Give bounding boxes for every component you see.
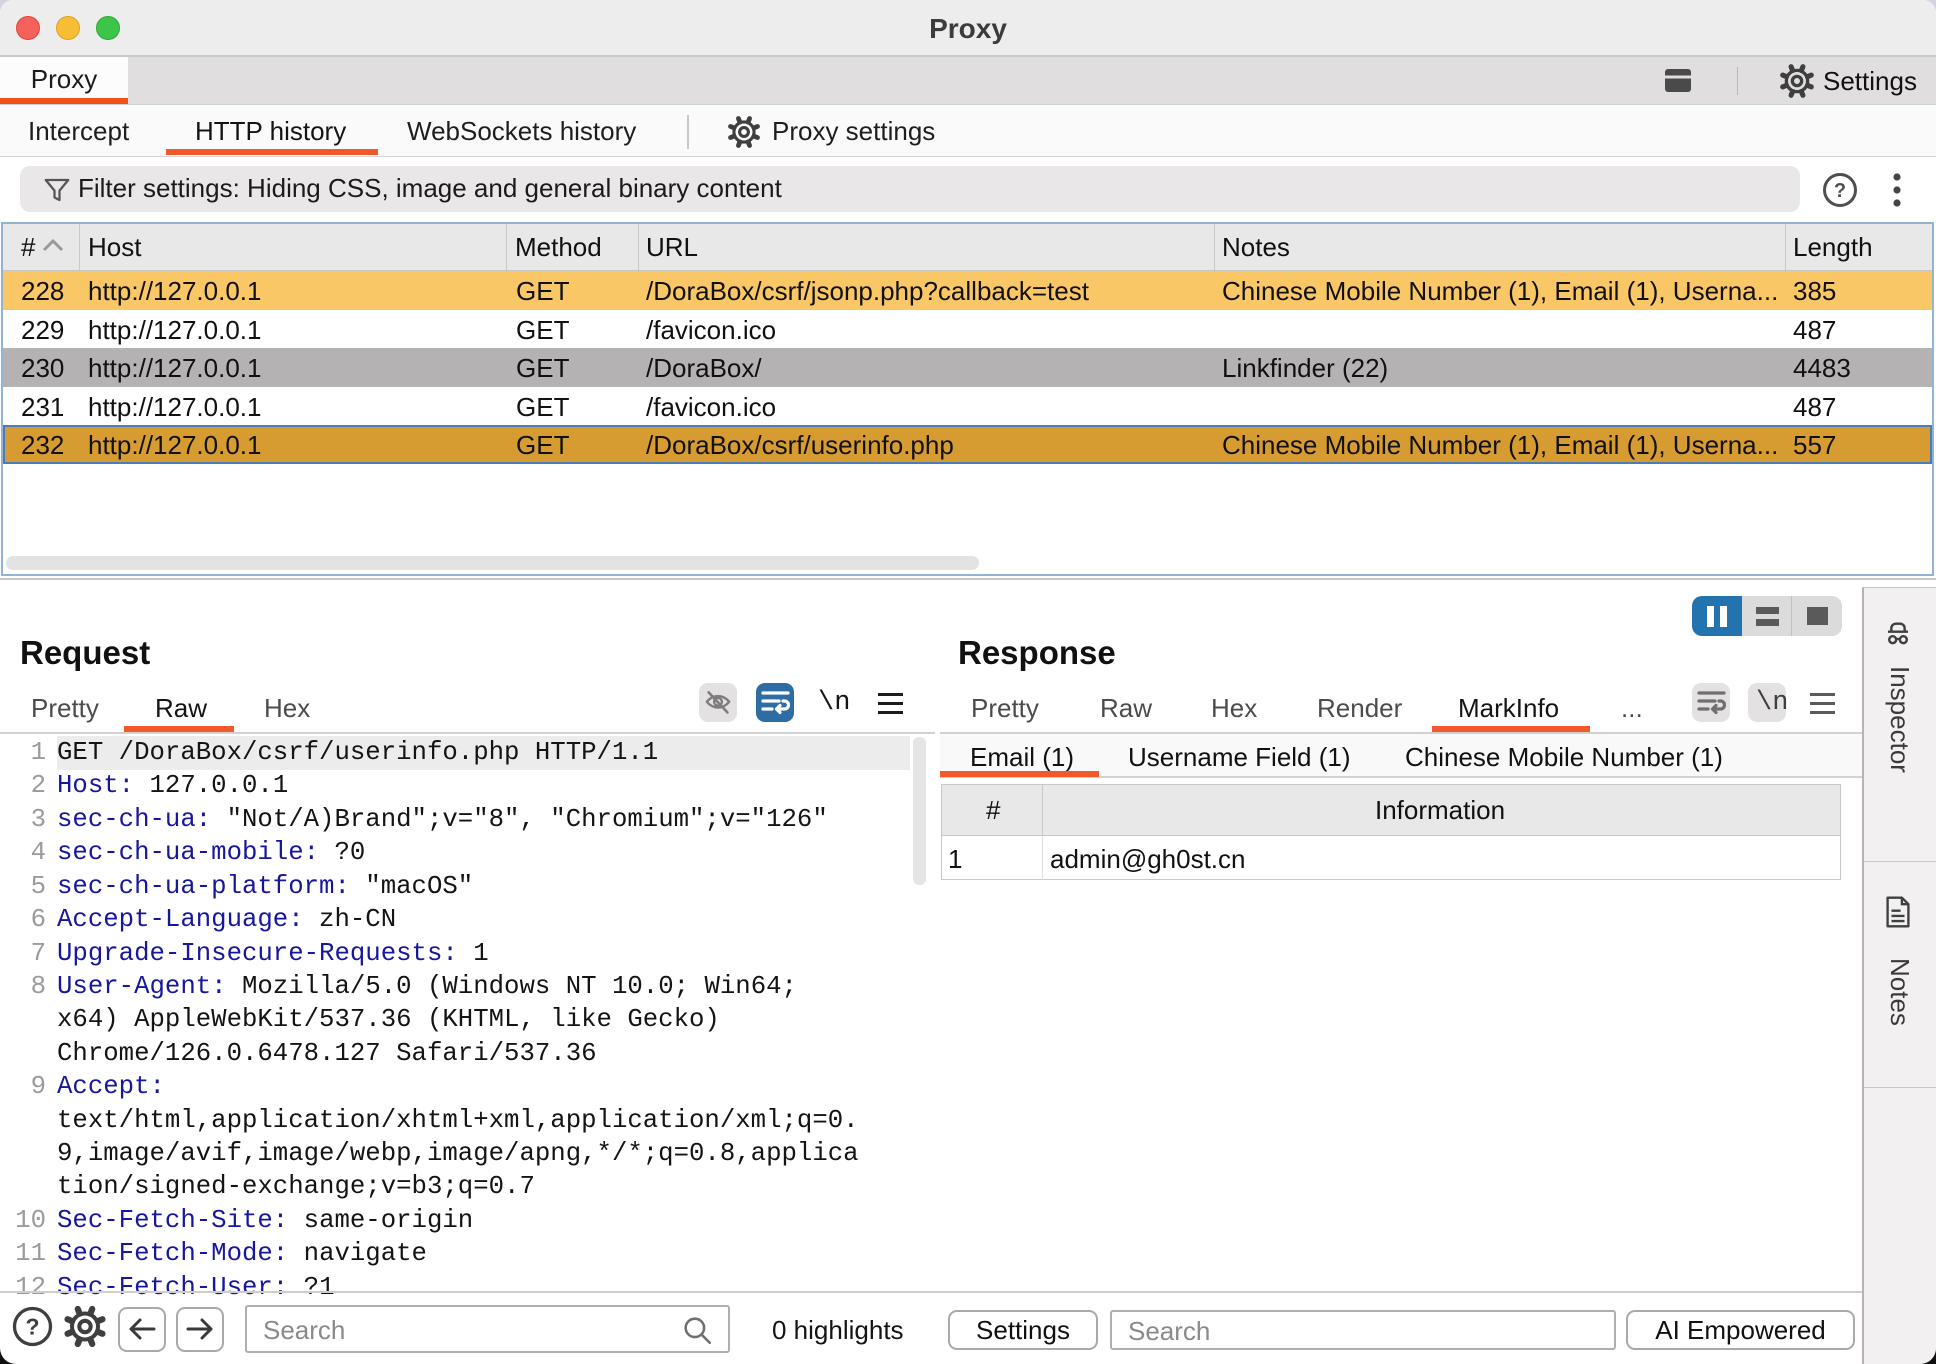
- svg-text:?: ?: [1834, 180, 1846, 202]
- svg-text:?: ?: [25, 1314, 39, 1340]
